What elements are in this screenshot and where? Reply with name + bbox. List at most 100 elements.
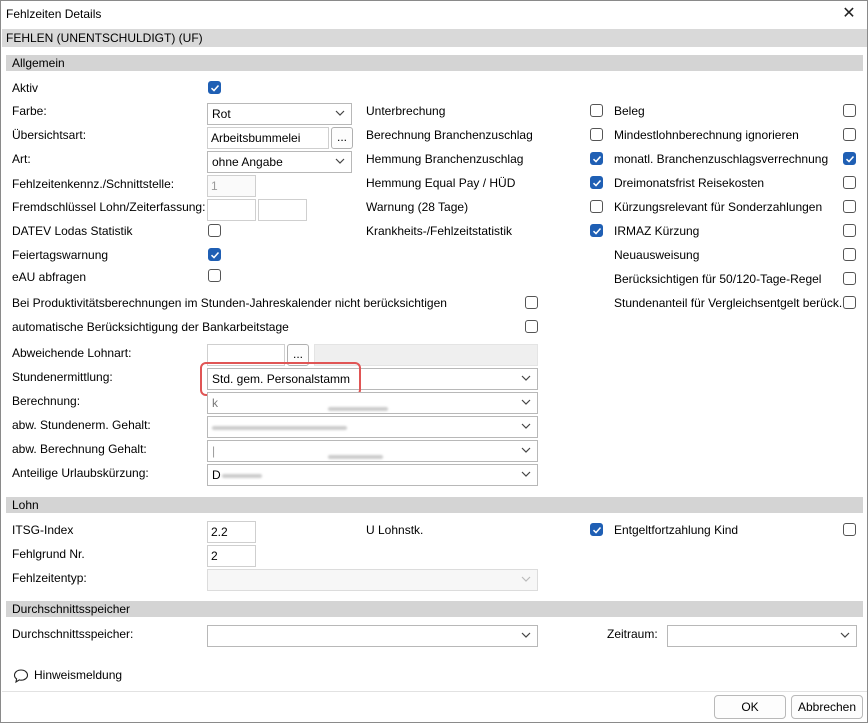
urlaub-select[interactable]: D <box>207 464 538 486</box>
speicher-select[interactable] <box>207 625 538 647</box>
cancel-button[interactable]: Abbrechen <box>791 695 863 719</box>
fremd-label: Fremdschlüssel Lohn/Zeiterfassung: <box>12 200 206 214</box>
neuaus-checkbox[interactable] <box>843 248 856 261</box>
eau-label: eAU abfragen <box>12 270 87 284</box>
eau-checkbox[interactable] <box>208 269 221 282</box>
urlaub-label: Anteilige Urlaubskürzung: <box>12 466 149 480</box>
ok-button[interactable]: OK <box>714 695 786 719</box>
abw-stunden-select[interactable] <box>207 416 538 438</box>
aktiv-checkbox[interactable] <box>208 81 221 94</box>
beleg-checkbox[interactable] <box>843 104 856 117</box>
highlight-annotation <box>200 362 361 396</box>
bankarbeit-checkbox[interactable] <box>525 320 538 333</box>
section-durchschnitt: Durchschnittsspeicher <box>6 601 863 617</box>
farbe-value: Rot <box>212 107 231 121</box>
unterbrechung-checkbox[interactable] <box>590 104 603 117</box>
hemmung-branchen-label: Hemmung Branchenzuschlag <box>366 152 524 166</box>
hemmung-equal-checkbox[interactable] <box>590 176 603 189</box>
beleg-label: Beleg <box>614 104 645 118</box>
fehlgrund-label: Fehlgrund Nr. <box>12 547 85 561</box>
berechnung-select[interactable]: k <box>207 392 538 414</box>
neuaus-label: Neuausweisung <box>614 248 700 262</box>
aktiv-label: Aktiv <box>12 81 39 95</box>
blurred-text <box>328 407 388 411</box>
close-icon[interactable]: ✕ <box>837 3 861 25</box>
irmaz-label: IRMAZ Kürzung <box>614 224 700 238</box>
itsg-input[interactable]: 2.2 <box>207 521 256 543</box>
chevron-down-icon <box>521 399 531 405</box>
u-lohnstk-checkbox[interactable] <box>590 523 603 536</box>
lohnart-label: Abweichende Lohnart: <box>12 346 132 360</box>
feiertag-checkbox[interactable] <box>208 248 221 261</box>
farbe-select[interactable]: Rot <box>207 103 352 125</box>
u-lohnstk-label: U Lohnstk. <box>366 523 424 537</box>
art-value: ohne Angabe <box>212 155 283 169</box>
art-select[interactable]: ohne Angabe <box>207 151 352 173</box>
monatl-label: monatl. Branchenzuschlagsverrechnung <box>614 152 829 166</box>
unterbrechung-label: Unterbrechung <box>366 104 446 118</box>
chevron-down-icon <box>521 471 531 477</box>
krankheit-label: Krankheits-/Fehlzeitstatistik <box>366 224 513 238</box>
mindestlohn-checkbox[interactable] <box>843 128 856 141</box>
feiertag-label: Feiertagswarnung <box>12 248 109 262</box>
speech-bubble-icon <box>13 669 29 684</box>
warnung-checkbox[interactable] <box>590 200 603 213</box>
uebersichtsart-browse-button[interactable]: ... <box>331 127 353 149</box>
kuerzung-checkbox[interactable] <box>843 200 856 213</box>
chevron-down-icon <box>335 158 345 164</box>
berechnung-label: Berechnung: <box>12 394 81 408</box>
dreimonat-label: Dreimonatsfrist Reisekosten <box>614 176 765 190</box>
speicher-label: Durchschnittsspeicher: <box>12 627 134 641</box>
abw-berechnung-value: | <box>212 444 216 458</box>
hint-message[interactable]: Hinweismeldung <box>34 668 122 682</box>
branchenzuschlag-checkbox[interactable] <box>590 128 603 141</box>
fehlgrund-input[interactable]: 2 <box>207 545 256 567</box>
uebersichtsart-input[interactable]: Arbeitsbummelei <box>207 127 329 149</box>
mindestlohn-label: Mindestlohnberechnung ignorieren <box>614 128 799 142</box>
datev-checkbox[interactable] <box>208 224 221 237</box>
monatl-checkbox[interactable] <box>843 152 856 165</box>
stundenanteil-label: Stundenanteil für Vergleichsentgelt berü… <box>614 296 843 310</box>
stundenanteil-checkbox[interactable] <box>843 296 856 309</box>
chevron-down-icon <box>521 632 531 638</box>
produktiv-label: Bei Produktivitätsberechnungen im Stunde… <box>12 296 447 310</box>
fehlzeitentyp-select[interactable] <box>207 569 538 591</box>
urlaub-value: D <box>212 468 221 482</box>
window-title: Fehlzeiten Details <box>6 7 102 21</box>
chevron-down-icon <box>335 110 345 116</box>
title-bar: Fehlzeiten Details ✕ <box>1 1 867 29</box>
branchenzuschlag-label: Berechnung Branchenzuschlag <box>366 128 533 142</box>
zeitraum-select[interactable] <box>667 625 857 647</box>
zeitraum-label: Zeitraum: <box>607 627 658 641</box>
entgelt-checkbox[interactable] <box>843 523 856 536</box>
regel-checkbox[interactable] <box>843 272 856 285</box>
section-lohn: Lohn <box>6 497 863 513</box>
kuerzung-label: Kürzungsrelevant für Sonderzahlungen <box>614 200 823 214</box>
kennz-input[interactable]: 1 <box>207 175 256 197</box>
dreimonat-checkbox[interactable] <box>843 176 856 189</box>
abw-berechnung-select[interactable]: | <box>207 440 538 462</box>
irmaz-checkbox[interactable] <box>843 224 856 237</box>
footer-divider <box>2 691 867 692</box>
chevron-down-icon <box>521 576 531 582</box>
chevron-down-icon <box>840 632 850 638</box>
fremd-lohn-input[interactable] <box>207 199 256 221</box>
hemmung-branchen-checkbox[interactable] <box>590 152 603 165</box>
abw-stunden-label: abw. Stundenerm. Gehalt: <box>12 418 151 432</box>
blurred-text <box>222 474 262 478</box>
dialog-window: Fehlzeiten Details ✕ FEHLEN (UNENTSCHULD… <box>0 0 868 723</box>
chevron-down-icon <box>521 375 531 381</box>
fehlzeitentyp-label: Fehlzeitentyp: <box>12 571 87 585</box>
regel-label: Berücksichtigen für 50/120-Tage-Regel <box>614 272 822 286</box>
chevron-down-icon <box>521 447 531 453</box>
art-label: Art: <box>12 152 31 166</box>
warnung-label: Warnung (28 Tage) <box>366 200 469 214</box>
entgelt-label: Entgeltfortzahlung Kind <box>614 523 739 537</box>
blurred-text <box>328 455 383 459</box>
fremd-zeit-input[interactable] <box>258 199 307 221</box>
bankarbeit-label: automatische Berücksichtigung der Bankar… <box>12 320 289 334</box>
datev-label: DATEV Lodas Statistik <box>12 224 133 238</box>
krankheit-checkbox[interactable] <box>590 224 603 237</box>
produktiv-checkbox[interactable] <box>525 296 538 309</box>
chevron-down-icon <box>521 423 531 429</box>
